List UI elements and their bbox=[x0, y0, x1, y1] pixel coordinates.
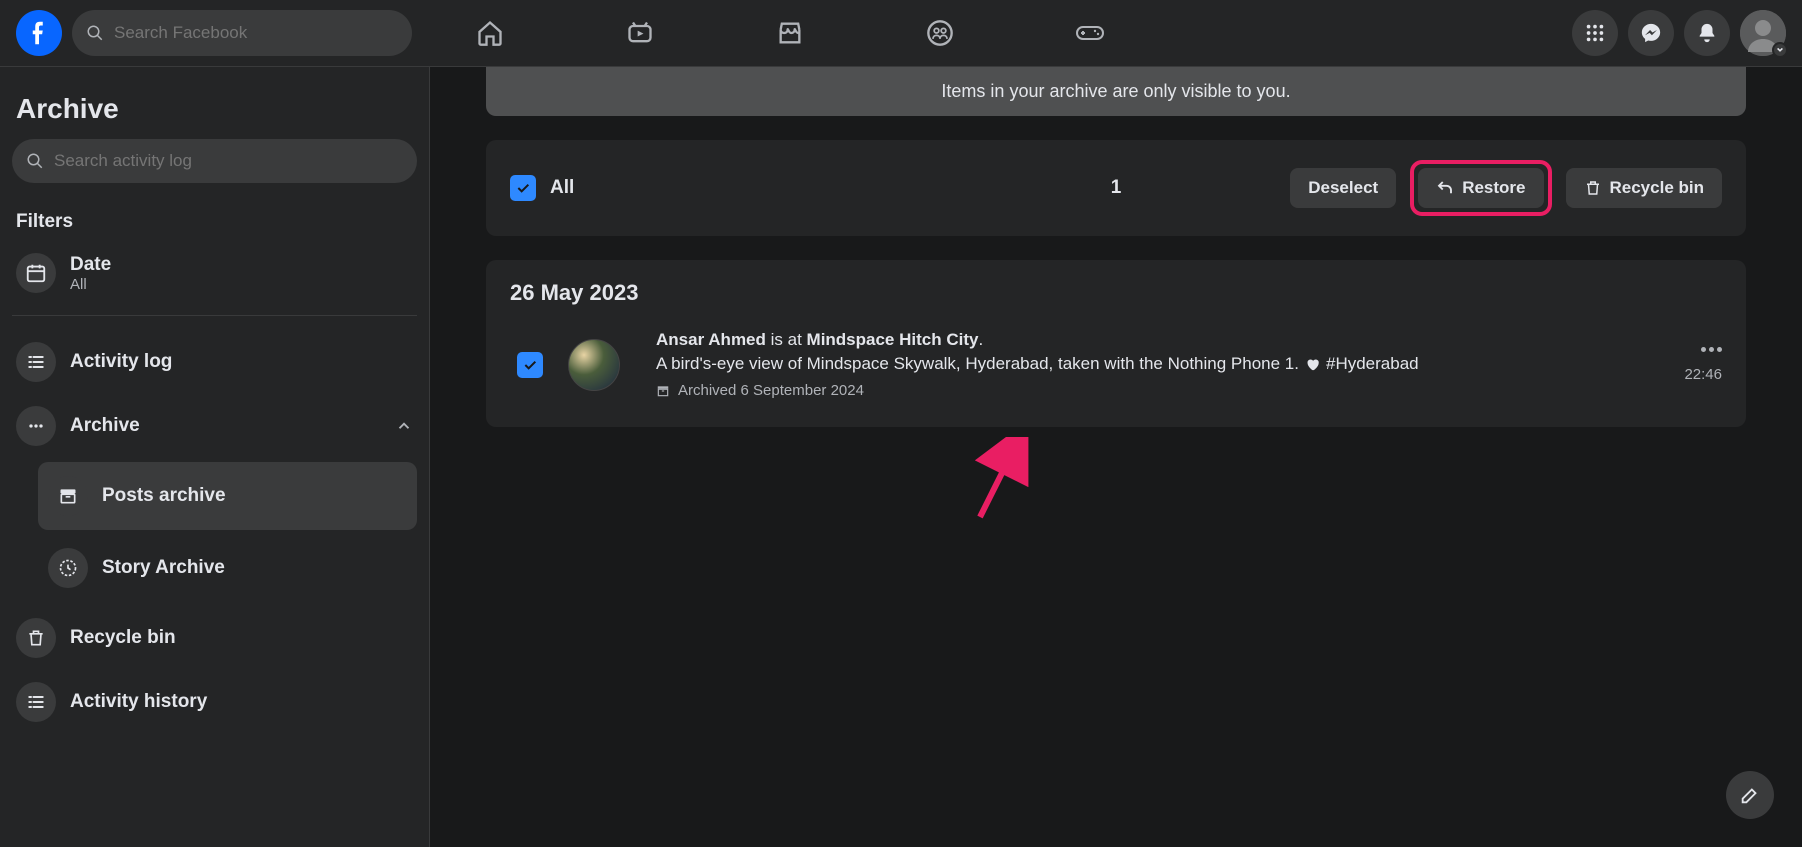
action-bar: All 1 Deselect Restore Recycle bin bbox=[486, 140, 1746, 236]
deselect-label: Deselect bbox=[1308, 178, 1378, 198]
nav-recycle-bin-label: Recycle bin bbox=[70, 627, 176, 649]
archive-icon bbox=[656, 384, 670, 398]
restore-button[interactable]: Restore bbox=[1418, 168, 1543, 208]
post-title: Ansar Ahmed is at Mindspace Hitch City. bbox=[656, 330, 1666, 350]
nav-story-archive[interactable]: Story Archive bbox=[38, 534, 417, 602]
messenger-icon bbox=[1640, 22, 1662, 44]
right-icons bbox=[1572, 10, 1786, 56]
compose-fab[interactable] bbox=[1726, 771, 1774, 819]
sidebar-search[interactable] bbox=[12, 139, 417, 183]
filter-date-label: Date bbox=[70, 254, 111, 276]
info-banner: Items in your archive are only visible t… bbox=[486, 67, 1746, 116]
check-icon bbox=[522, 357, 538, 373]
facebook-logo[interactable] bbox=[16, 10, 62, 56]
trash-icon bbox=[16, 618, 56, 658]
main-content: Items in your archive are only visible t… bbox=[430, 67, 1802, 847]
nav-archive-label: Archive bbox=[70, 415, 140, 437]
chevron-up-icon bbox=[395, 417, 413, 435]
deselect-button[interactable]: Deselect bbox=[1290, 168, 1396, 208]
filters-heading: Filters bbox=[12, 203, 417, 245]
chevron-down-icon bbox=[1772, 42, 1788, 58]
restore-highlight: Restore bbox=[1410, 160, 1551, 216]
date-group: 26 May 2023 Ansar Ahmed is at Mindspace … bbox=[486, 260, 1746, 427]
sidebar-title: Archive bbox=[12, 79, 417, 139]
nav-posts-archive-label: Posts archive bbox=[102, 485, 226, 507]
nav-activity-log[interactable]: Activity log bbox=[12, 330, 417, 394]
global-search-input[interactable] bbox=[114, 23, 398, 43]
restore-label: Restore bbox=[1462, 178, 1525, 198]
post-meta: Archived 6 September 2024 bbox=[656, 382, 1666, 399]
list-icon bbox=[16, 682, 56, 722]
history-icon bbox=[48, 548, 88, 588]
item-checkbox[interactable] bbox=[517, 352, 543, 378]
item-more-button[interactable] bbox=[1701, 347, 1722, 352]
nav-activity-history-label: Activity history bbox=[70, 691, 207, 713]
menu-button[interactable] bbox=[1572, 10, 1618, 56]
select-all-label: All bbox=[550, 177, 574, 199]
post-connector: is at bbox=[766, 330, 807, 349]
nav-activity-history[interactable]: Activity history bbox=[12, 670, 417, 734]
nav-activity-log-label: Activity log bbox=[70, 351, 172, 373]
post-thumbnail[interactable] bbox=[568, 339, 620, 391]
center-nav bbox=[470, 13, 1110, 53]
filter-date[interactable]: Date All bbox=[12, 245, 417, 301]
nav-groups[interactable] bbox=[920, 13, 960, 53]
nav-home[interactable] bbox=[470, 13, 510, 53]
nav-recycle-bin[interactable]: Recycle bin bbox=[12, 606, 417, 670]
nav-marketplace[interactable] bbox=[770, 13, 810, 53]
facebook-icon bbox=[24, 18, 54, 48]
filter-date-value: All bbox=[70, 276, 111, 293]
nav-video[interactable] bbox=[620, 13, 660, 53]
nav-story-archive-label: Story Archive bbox=[102, 557, 225, 579]
notifications-button[interactable] bbox=[1684, 10, 1730, 56]
groups-icon bbox=[926, 19, 954, 47]
divider bbox=[12, 315, 417, 316]
calendar-icon bbox=[16, 253, 56, 293]
post-author: Ansar Ahmed bbox=[656, 330, 766, 349]
sidebar: Archive Filters Date All Activity log bbox=[0, 67, 430, 847]
nav-archive[interactable]: Archive bbox=[12, 394, 417, 458]
video-icon bbox=[626, 19, 654, 47]
messenger-button[interactable] bbox=[1628, 10, 1674, 56]
archive-box-icon bbox=[48, 476, 88, 516]
search-icon bbox=[26, 152, 44, 170]
global-search[interactable] bbox=[72, 10, 412, 56]
home-icon bbox=[476, 19, 504, 47]
undo-icon bbox=[1436, 179, 1454, 197]
marketplace-icon bbox=[776, 19, 804, 47]
search-icon bbox=[86, 24, 104, 42]
top-navbar bbox=[0, 0, 1802, 67]
profile-avatar[interactable] bbox=[1740, 10, 1786, 56]
post-time: 22:46 bbox=[1684, 366, 1722, 383]
check-icon bbox=[515, 180, 531, 196]
list-icon bbox=[16, 342, 56, 382]
heart-icon bbox=[1305, 357, 1320, 372]
nav-posts-archive[interactable]: Posts archive bbox=[38, 462, 417, 530]
bell-icon bbox=[1696, 22, 1718, 44]
gaming-icon bbox=[1075, 21, 1105, 45]
nav-gaming[interactable] bbox=[1070, 13, 1110, 53]
edit-icon bbox=[1739, 784, 1761, 806]
recycle-bin-label: Recycle bin bbox=[1610, 178, 1705, 198]
post-description-text: A bird's-eye view of Mindspace Skywalk, … bbox=[656, 354, 1299, 374]
archive-item: Ansar Ahmed is at Mindspace Hitch City. … bbox=[510, 322, 1722, 407]
annotation-arrow bbox=[970, 437, 1030, 527]
post-hashtag: #Hyderabad bbox=[1326, 354, 1419, 374]
trash-icon bbox=[1584, 179, 1602, 197]
sidebar-search-input[interactable] bbox=[54, 151, 403, 171]
select-all-checkbox[interactable] bbox=[510, 175, 536, 201]
grid-icon bbox=[1584, 22, 1606, 44]
archived-label: Archived 6 September 2024 bbox=[678, 382, 864, 399]
recycle-bin-button[interactable]: Recycle bin bbox=[1566, 168, 1723, 208]
more-icon bbox=[16, 406, 56, 446]
selected-count: 1 bbox=[1111, 177, 1122, 199]
date-heading: 26 May 2023 bbox=[510, 280, 1722, 306]
post-location: Mindspace Hitch City bbox=[807, 330, 979, 349]
post-description: A bird's-eye view of Mindspace Skywalk, … bbox=[656, 354, 1666, 374]
post-punct: . bbox=[978, 330, 983, 349]
